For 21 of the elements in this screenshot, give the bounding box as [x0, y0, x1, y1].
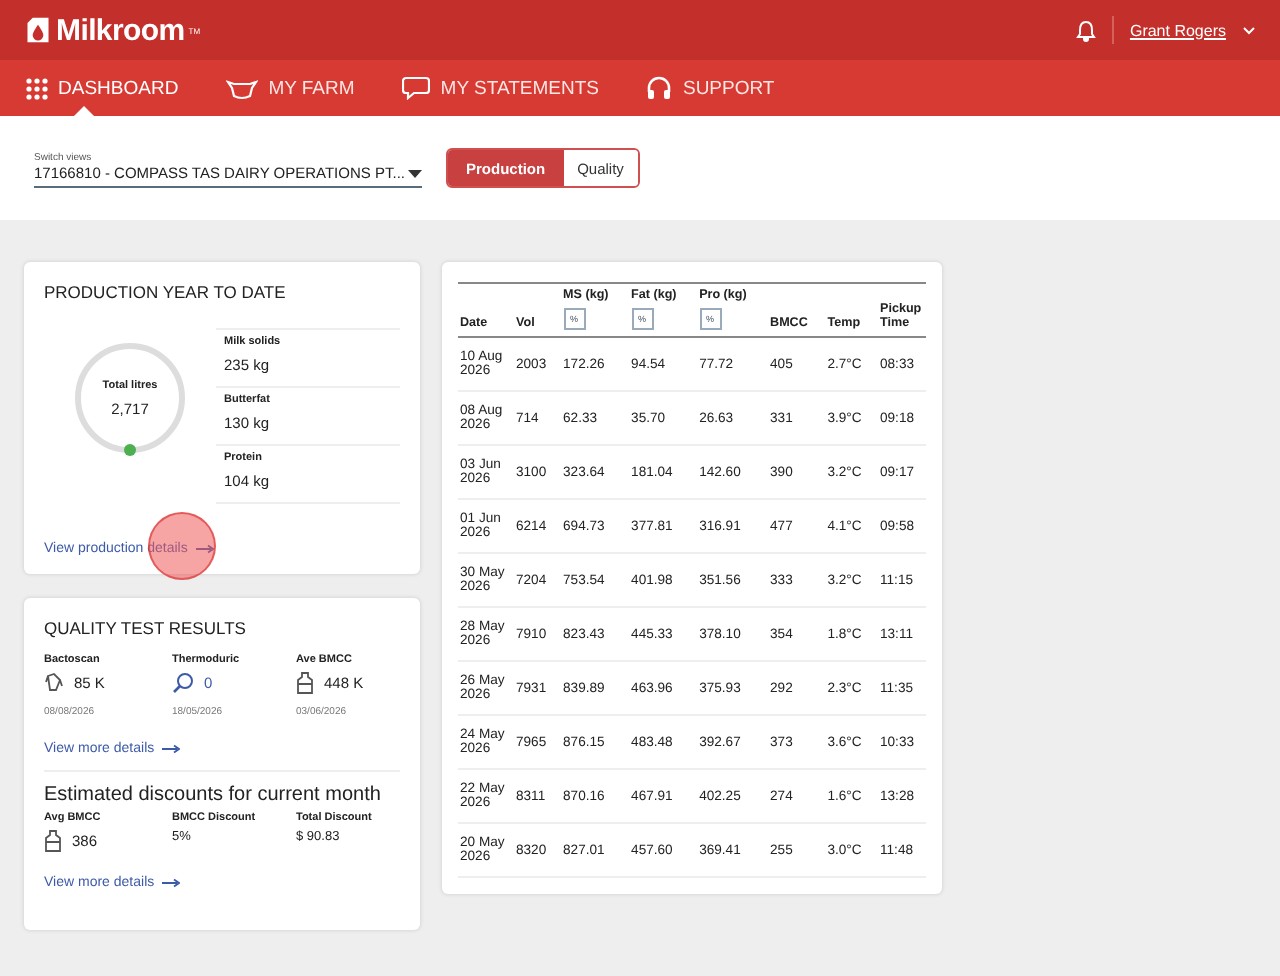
chevron-down-icon[interactable] — [1242, 25, 1256, 35]
arrow-right-icon[interactable] — [162, 744, 181, 754]
user-menu[interactable]: Grant Rogers — [1129, 21, 1226, 39]
gauge-ring — [75, 343, 185, 453]
gauge-marker — [124, 444, 136, 456]
card-title: QUALITY TEST RESULTS — [44, 618, 248, 638]
grid-icon — [26, 77, 48, 99]
nav-tab[interactable]: MY FARM — [226, 60, 355, 116]
arrow-right-icon[interactable] — [162, 878, 181, 888]
discount-heading: Estimated discounts for current month — [44, 784, 383, 806]
headset-icon — [646, 76, 673, 100]
dropdown-caret-icon[interactable] — [408, 169, 422, 177]
nav-tab[interactable]: SUPPORT — [646, 60, 775, 116]
nav-tab[interactable]: MY STATEMENTS — [402, 60, 599, 116]
card-title: PRODUCTION YEAR TO DATE — [44, 282, 288, 302]
touch-indicator — [148, 512, 216, 580]
speech-bubble-icon — [402, 76, 431, 100]
brand-name: Milkroom — [56, 13, 185, 47]
bottle-icon — [44, 830, 62, 852]
bell-icon[interactable] — [1075, 19, 1096, 41]
milk-drop-icon — [24, 16, 52, 44]
